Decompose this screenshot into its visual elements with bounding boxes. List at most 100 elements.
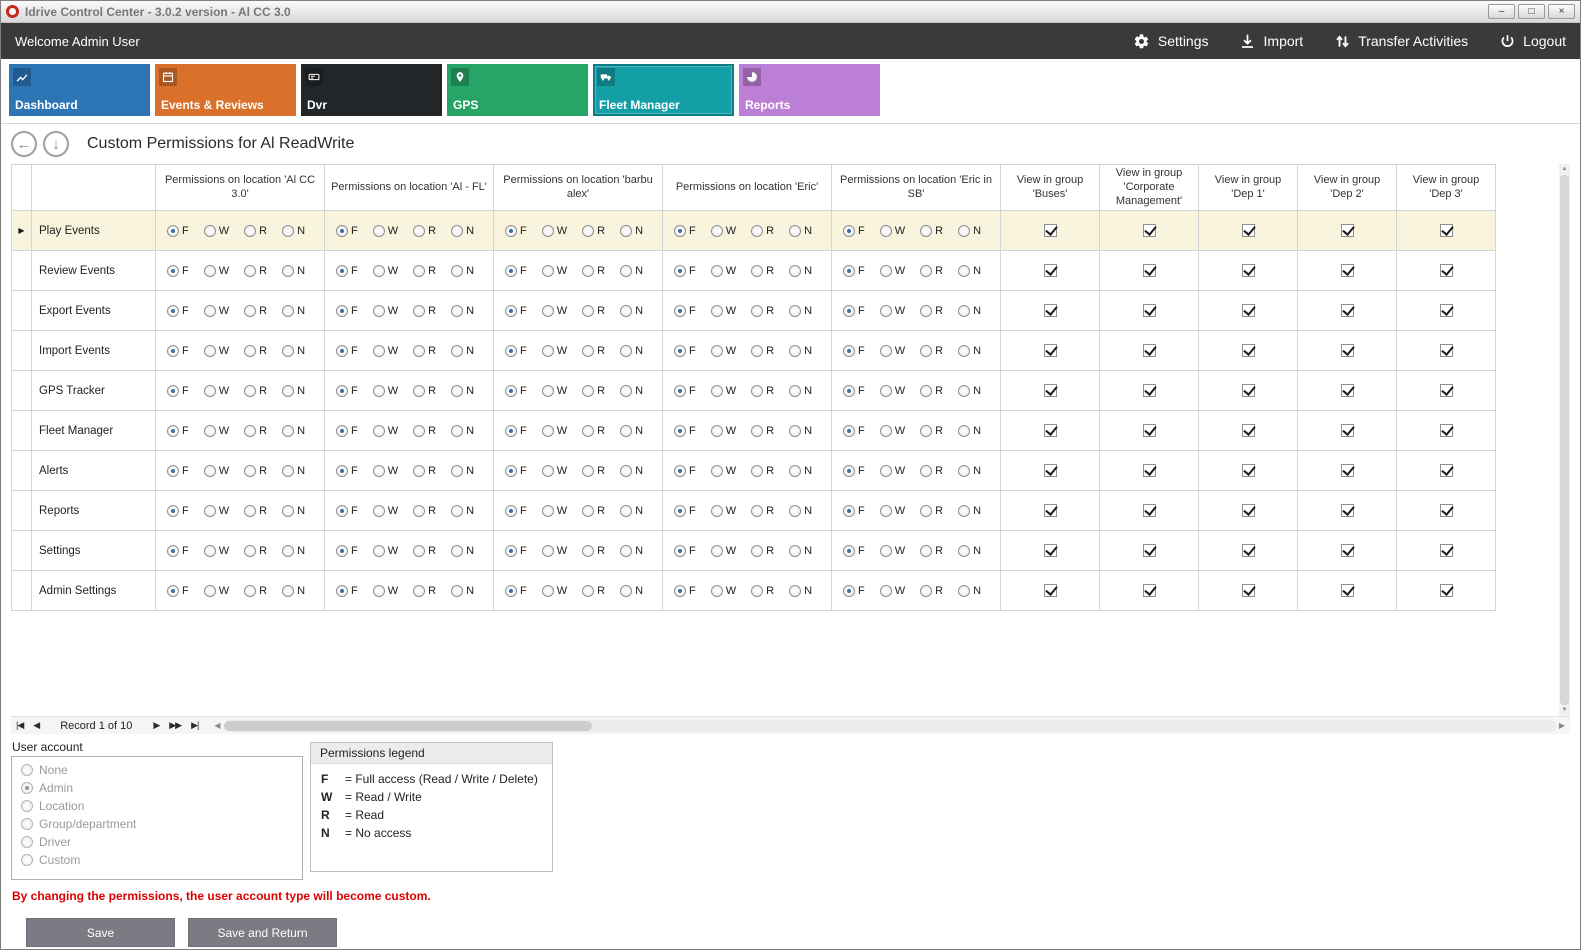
group-checkbox[interactable] — [1143, 424, 1156, 437]
permission-radio-r[interactable]: R — [413, 425, 436, 437]
group-checkbox[interactable] — [1341, 504, 1354, 517]
permission-radio-r[interactable]: R — [582, 585, 605, 597]
tab-events-reviews[interactable]: Events & Reviews — [155, 64, 296, 116]
permission-radio-f[interactable]: F — [167, 465, 189, 477]
group-checkbox[interactable] — [1143, 264, 1156, 277]
permission-radio-n[interactable]: N — [789, 465, 812, 477]
permission-radio-w[interactable]: W — [542, 385, 567, 397]
permission-radio-f[interactable]: F — [674, 265, 696, 277]
permission-radio-r[interactable]: R — [920, 425, 943, 437]
group-checkbox[interactable] — [1440, 264, 1453, 277]
permission-radio-w[interactable]: W — [204, 305, 229, 317]
permission-radio-f[interactable]: F — [167, 385, 189, 397]
permission-radio-w[interactable]: W — [711, 305, 736, 317]
group-checkbox[interactable] — [1440, 344, 1453, 357]
permission-radio-w[interactable]: W — [542, 425, 567, 437]
permission-radio-w[interactable]: W — [373, 585, 398, 597]
permission-radio-f[interactable]: F — [167, 345, 189, 357]
permission-radio-w[interactable]: W — [880, 385, 905, 397]
permission-radio-n[interactable]: N — [451, 225, 474, 237]
tab-gps[interactable]: GPS — [447, 64, 588, 116]
group-checkbox[interactable] — [1341, 584, 1354, 597]
permission-radio-f[interactable]: F — [843, 345, 865, 357]
permission-radio-f[interactable]: F — [843, 265, 865, 277]
permission-radio-f[interactable]: F — [336, 225, 358, 237]
permission-radio-n[interactable]: N — [620, 385, 643, 397]
group-checkbox[interactable] — [1341, 424, 1354, 437]
permission-radio-f[interactable]: F — [674, 305, 696, 317]
permission-radio-r[interactable]: R — [920, 585, 943, 597]
permission-radio-w[interactable]: W — [542, 465, 567, 477]
permission-radio-f[interactable]: F — [674, 585, 696, 597]
permission-radio-f[interactable]: F — [336, 585, 358, 597]
group-checkbox[interactable] — [1341, 264, 1354, 277]
horizontal-scrollbar[interactable]: ◀ ▶ — [211, 719, 1568, 733]
permission-radio-r[interactable]: R — [244, 385, 267, 397]
scroll-right-icon[interactable]: ▶ — [1556, 721, 1568, 730]
permission-radio-f[interactable]: F — [336, 345, 358, 357]
group-checkbox[interactable] — [1044, 504, 1057, 517]
permission-radio-r[interactable]: R — [920, 505, 943, 517]
permission-radio-n[interactable]: N — [958, 305, 981, 317]
group-checkbox[interactable] — [1143, 584, 1156, 597]
permission-radio-w[interactable]: W — [880, 545, 905, 557]
group-checkbox[interactable] — [1242, 504, 1255, 517]
permission-radio-w[interactable]: W — [204, 585, 229, 597]
permission-radio-f[interactable]: F — [505, 385, 527, 397]
permission-radio-w[interactable]: W — [373, 305, 398, 317]
permission-radio-w[interactable]: W — [204, 505, 229, 517]
permission-radio-f[interactable]: F — [167, 585, 189, 597]
permission-radio-r[interactable]: R — [751, 385, 774, 397]
group-checkbox[interactable] — [1044, 264, 1057, 277]
permission-radio-w[interactable]: W — [880, 225, 905, 237]
group-checkbox[interactable] — [1242, 584, 1255, 597]
permission-radio-w[interactable]: W — [204, 225, 229, 237]
permission-radio-n[interactable]: N — [620, 465, 643, 477]
permission-radio-w[interactable]: W — [542, 225, 567, 237]
group-checkbox[interactable] — [1143, 344, 1156, 357]
permission-radio-r[interactable]: R — [413, 505, 436, 517]
permission-radio-f[interactable]: F — [505, 505, 527, 517]
permission-radio-f[interactable]: F — [336, 465, 358, 477]
permission-radio-w[interactable]: W — [711, 465, 736, 477]
permission-radio-w[interactable]: W — [880, 425, 905, 437]
permission-radio-w[interactable]: W — [204, 425, 229, 437]
permission-radio-w[interactable]: W — [711, 425, 736, 437]
permission-radio-w[interactable]: W — [542, 545, 567, 557]
permission-radio-f[interactable]: F — [843, 385, 865, 397]
group-checkbox[interactable] — [1143, 504, 1156, 517]
permission-radio-r[interactable]: R — [920, 385, 943, 397]
group-checkbox[interactable] — [1242, 464, 1255, 477]
group-checkbox[interactable] — [1341, 304, 1354, 317]
permission-radio-f[interactable]: F — [843, 225, 865, 237]
user-account-option-group-department[interactable]: Group/department — [21, 817, 293, 831]
permission-radio-r[interactable]: R — [413, 585, 436, 597]
permission-radio-f[interactable]: F — [843, 425, 865, 437]
group-checkbox[interactable] — [1143, 544, 1156, 557]
user-account-option-admin[interactable]: Admin — [21, 781, 293, 795]
permission-radio-n[interactable]: N — [958, 505, 981, 517]
permission-radio-n[interactable]: N — [282, 265, 305, 277]
group-checkbox[interactable] — [1440, 424, 1453, 437]
group-checkbox[interactable] — [1242, 344, 1255, 357]
permission-radio-n[interactable]: N — [958, 225, 981, 237]
group-checkbox[interactable] — [1440, 384, 1453, 397]
permission-radio-r[interactable]: R — [582, 545, 605, 557]
permission-radio-n[interactable]: N — [789, 545, 812, 557]
vertical-scrollbar[interactable]: ▲ ▼ — [1559, 164, 1570, 716]
permission-radio-n[interactable]: N — [451, 425, 474, 437]
permission-radio-n[interactable]: N — [620, 585, 643, 597]
permission-radio-r[interactable]: R — [920, 305, 943, 317]
permission-radio-r[interactable]: R — [413, 225, 436, 237]
permission-radio-w[interactable]: W — [711, 225, 736, 237]
permission-radio-w[interactable]: W — [880, 585, 905, 597]
permission-radio-f[interactable]: F — [167, 265, 189, 277]
group-checkbox[interactable] — [1242, 424, 1255, 437]
permission-radio-n[interactable]: N — [282, 345, 305, 357]
permission-radio-f[interactable]: F — [505, 425, 527, 437]
permission-radio-n[interactable]: N — [282, 305, 305, 317]
scroll-down-icon[interactable]: ▼ — [1559, 705, 1570, 716]
permission-radio-r[interactable]: R — [751, 345, 774, 357]
permission-radio-n[interactable]: N — [620, 265, 643, 277]
permission-radio-n[interactable]: N — [451, 465, 474, 477]
